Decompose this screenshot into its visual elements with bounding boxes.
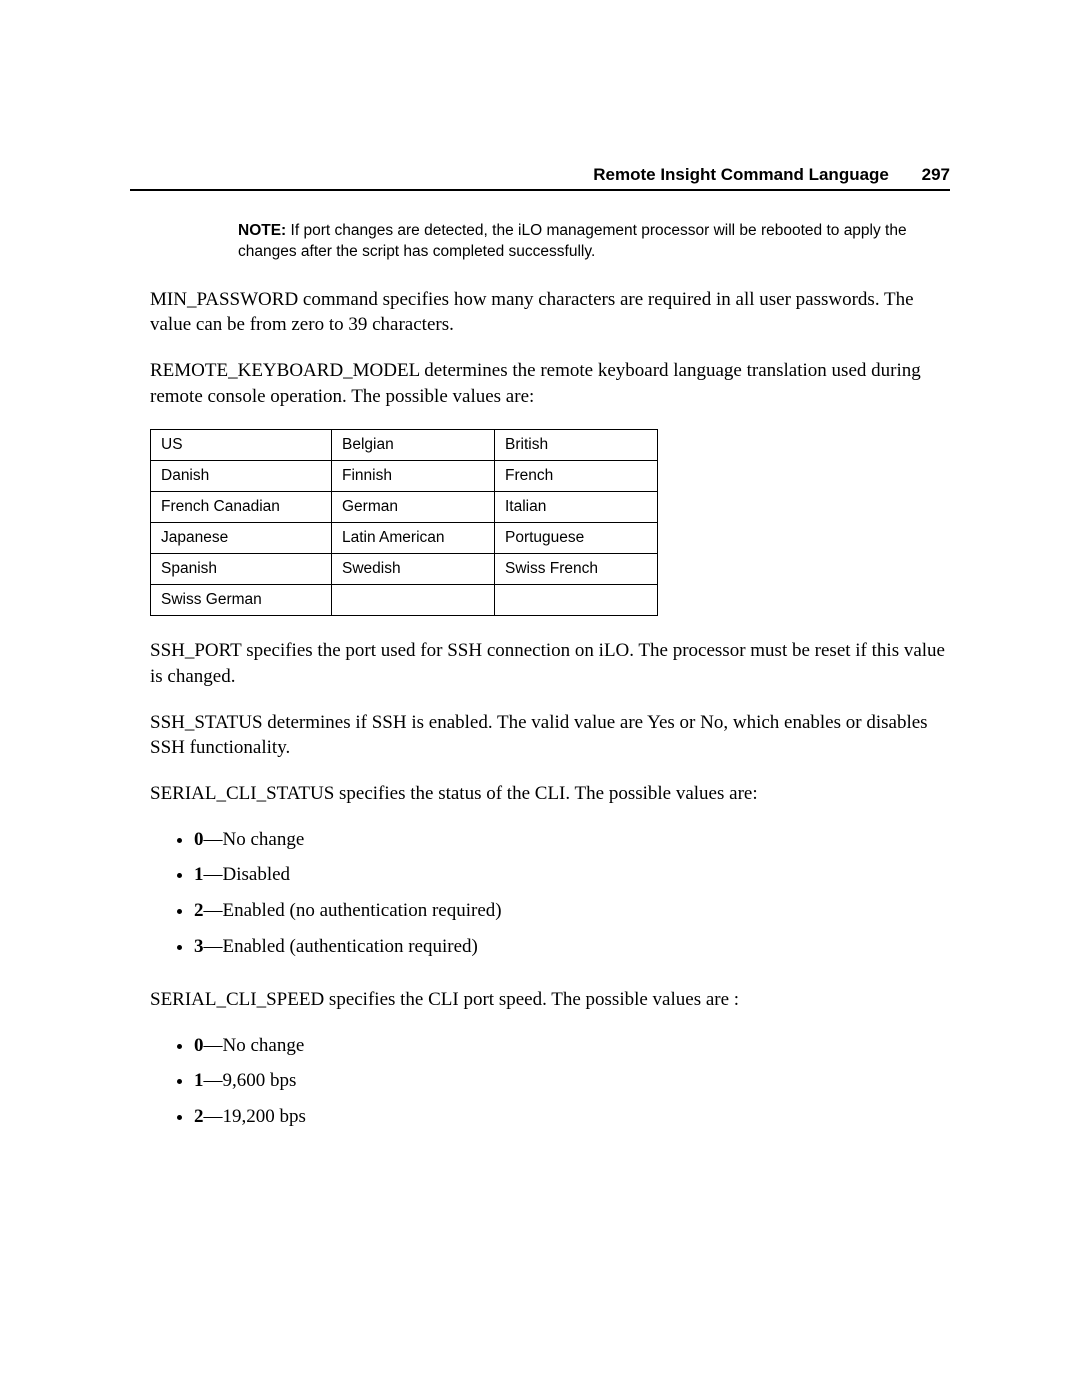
table-cell: Japanese (151, 523, 332, 554)
table-cell: Belgian (332, 430, 495, 461)
table-cell: Finnish (332, 461, 495, 492)
list-item: 0—No change (194, 827, 950, 863)
ssh-status-paragraph: SSH_STATUS determines if SSH is enabled.… (150, 710, 950, 761)
list-item: 1—Disabled (194, 862, 950, 898)
table-cell: French (495, 461, 658, 492)
table-cell: French Canadian (151, 492, 332, 523)
cli-speed-list: 0—No change 1—9,600 bps 2—19,200 bps (150, 1033, 950, 1140)
table-cell: Portuguese (495, 523, 658, 554)
table-cell (495, 585, 658, 616)
ssh-port-paragraph: SSH_PORT specifies the port used for SSH… (150, 638, 950, 689)
code: 1 (194, 1070, 204, 1091)
code: 1 (194, 864, 204, 885)
list-item: 2—Enabled (no authentication required) (194, 898, 950, 934)
code: 3 (194, 936, 204, 957)
table-cell: Swiss French (495, 554, 658, 585)
table-row: French Canadian German Italian (151, 492, 658, 523)
cli-status-list: 0—No change 1—Disabled 2—Enabled (no aut… (150, 827, 950, 970)
table-cell: Swedish (332, 554, 495, 585)
table-row: Japanese Latin American Portuguese (151, 523, 658, 554)
desc: —9,600 bps (204, 1070, 297, 1091)
table-cell: Italian (495, 492, 658, 523)
table-cell (332, 585, 495, 616)
table-cell: Danish (151, 461, 332, 492)
page-header: Remote Insight Command Language 297 (130, 165, 950, 191)
table-row: Danish Finnish French (151, 461, 658, 492)
note-block: NOTE: If port changes are detected, the … (238, 221, 922, 263)
desc: —Enabled (no authentication required) (204, 900, 502, 921)
table-cell: German (332, 492, 495, 523)
table-row: US Belgian British (151, 430, 658, 461)
code: 0 (194, 1035, 204, 1056)
list-item: 1—9,600 bps (194, 1068, 950, 1104)
table-cell: Latin American (332, 523, 495, 554)
table-cell: Swiss German (151, 585, 332, 616)
desc: —Enabled (authentication required) (204, 936, 478, 957)
table-row: Spanish Swedish Swiss French (151, 554, 658, 585)
list-item: 0—No change (194, 1033, 950, 1069)
page-number: 297 (922, 165, 950, 184)
header-title: Remote Insight Command Language (593, 165, 889, 184)
min-password-paragraph: MIN_PASSWORD command specifies how many … (150, 287, 950, 338)
remote-keyboard-paragraph: REMOTE_KEYBOARD_MODEL determines the rem… (150, 358, 950, 409)
desc: —No change (204, 829, 305, 850)
keyboard-language-table: US Belgian British Danish Finnish French… (150, 429, 658, 616)
desc: —19,200 bps (204, 1106, 306, 1127)
list-item: 2—19,200 bps (194, 1104, 950, 1140)
desc: —No change (204, 1035, 305, 1056)
table-row: Swiss German (151, 585, 658, 616)
serial-cli-speed-paragraph: SERIAL_CLI_SPEED specifies the CLI port … (150, 987, 950, 1013)
desc: —Disabled (204, 864, 291, 885)
code: 2 (194, 900, 204, 921)
code: 2 (194, 1106, 204, 1127)
code: 0 (194, 829, 204, 850)
table-cell: Spanish (151, 554, 332, 585)
note-label: NOTE: (238, 222, 286, 239)
serial-cli-status-paragraph: SERIAL_CLI_STATUS specifies the status o… (150, 781, 950, 807)
table-cell: British (495, 430, 658, 461)
note-text: If port changes are detected, the iLO ma… (238, 222, 907, 260)
table-cell: US (151, 430, 332, 461)
list-item: 3—Enabled (authentication required) (194, 934, 950, 970)
